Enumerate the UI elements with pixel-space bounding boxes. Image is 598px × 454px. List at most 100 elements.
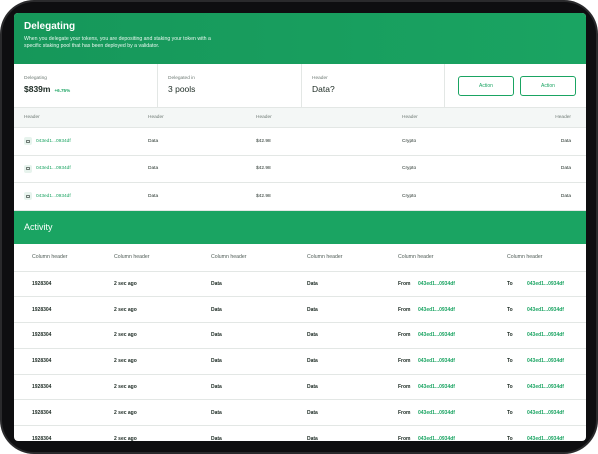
table-cell: Crypto: [402, 193, 417, 199]
to-address-link[interactable]: 043ed1...0934df: [527, 307, 564, 313]
from-address-link[interactable]: 043ed1...0934df: [418, 410, 455, 416]
table-row[interactable]: 043ed1...0934df Data $42.98 Crypto Data: [14, 183, 586, 211]
from-address-link[interactable]: 043ed1...0934df: [418, 281, 455, 287]
to-cell: To 043ed1...0934df: [507, 436, 586, 441]
from-address-link[interactable]: 043ed1...0934df: [418, 436, 455, 441]
to-label: To: [507, 358, 513, 365]
from-label: From: [398, 435, 411, 441]
table-row[interactable]: 1928304 2 sec ago Data Data From 043ed1...093…: [14, 400, 586, 427]
delegating-description: When you delegate your tokens, you are d…: [24, 36, 211, 49]
column-header[interactable]: Column header: [114, 254, 211, 260]
address-cell: 043ed1...0934df: [14, 164, 148, 173]
column-header[interactable]: Header: [148, 115, 256, 120]
from-cell: From 043ed1...0934df: [398, 307, 507, 313]
table-cell: Data: [148, 193, 159, 199]
activity-rows: 1928304 2 sec ago Data Data From 043ed1...093…: [14, 272, 586, 441]
from-address-link[interactable]: 043ed1...0934df: [418, 384, 455, 390]
column-header[interactable]: Column header: [507, 254, 586, 260]
table-cell: Data: [560, 193, 571, 199]
to-label: To: [507, 384, 513, 391]
time-ago: 2 sec ago: [114, 358, 137, 365]
table-cell: Data: [148, 166, 159, 172]
table-row[interactable]: 1928304 2 sec ago Data Data From 043ed1...093…: [14, 323, 586, 349]
address-link[interactable]: 043ed1...0934df: [36, 166, 71, 171]
to-address-link[interactable]: 043ed1...0934df: [527, 410, 564, 416]
delegating-title: Delegating: [24, 21, 76, 32]
block-number: 1928304: [32, 332, 52, 339]
table-row[interactable]: 1928304 2 sec ago Data Data From 043ed1...093…: [14, 297, 586, 324]
table-row[interactable]: 1928304 2 sec ago Data Data From 043ed1...093…: [14, 349, 586, 375]
to-label: To: [507, 435, 513, 441]
to-cell: To 043ed1...0934df: [507, 410, 586, 416]
from-label: From: [398, 409, 411, 416]
table-row[interactable]: 1928304 2 sec ago Data Data From 043ed1...093…: [14, 375, 586, 401]
to-address-link[interactable]: 043ed1...0934df: [527, 281, 564, 287]
column-header[interactable]: Column header: [398, 254, 507, 260]
column-header[interactable]: Column header: [307, 254, 398, 260]
action-button-2[interactable]: Action: [520, 75, 576, 96]
to-cell: To 043ed1...0934df: [507, 384, 586, 390]
table-cell: Data: [211, 306, 222, 313]
from-label: From: [398, 280, 411, 287]
from-address-link[interactable]: 043ed1...0934df: [418, 332, 455, 338]
block-number: 1928304: [32, 358, 52, 365]
address-link[interactable]: 043ed1...0934df: [36, 194, 71, 199]
table-row[interactable]: 043ed1...0934df Data $42.98 Crypto Data: [14, 156, 586, 183]
pools-table-header: Header Header Header Header Header: [14, 108, 586, 128]
stat-delegating: Delegating $839m +6.75%: [14, 64, 158, 107]
from-address-link[interactable]: 043ed1...0934df: [418, 358, 455, 364]
column-header[interactable]: Column header: [14, 254, 114, 260]
action-button-1[interactable]: Action: [458, 75, 514, 96]
block-number: 1928304: [32, 409, 52, 416]
to-address-link[interactable]: 043ed1...0934df: [527, 436, 564, 441]
table-cell: Data: [560, 138, 571, 144]
from-cell: From 043ed1...0934df: [398, 358, 507, 364]
to-address-link[interactable]: 043ed1...0934df: [527, 358, 564, 364]
address-cell: 043ed1...0934df: [14, 192, 148, 201]
table-cell: Crypto: [402, 138, 417, 144]
table-cell: Data: [148, 138, 159, 144]
delegating-banner: Delegating When you delegate your tokens…: [14, 13, 586, 64]
stat-value-wrap: $839m +6.75%: [24, 84, 147, 94]
time-ago: 2 sec ago: [114, 384, 137, 391]
table-row[interactable]: 1928304 2 sec ago Data Data From 043ed1...093…: [14, 272, 586, 298]
table-cell: Data: [211, 332, 222, 339]
time-ago: 2 sec ago: [114, 435, 137, 441]
from-cell: From 043ed1...0934df: [398, 436, 507, 441]
from-label: From: [398, 384, 411, 391]
column-header[interactable]: Header: [256, 115, 402, 120]
action-group: Action Action: [445, 64, 586, 107]
address-cell: 043ed1...0934df: [14, 137, 148, 146]
from-label: From: [398, 332, 411, 339]
table-cell: Crypto: [402, 166, 417, 172]
wallet-icon: [24, 137, 32, 146]
time-ago: 2 sec ago: [114, 280, 137, 287]
to-label: To: [507, 409, 513, 416]
to-label: To: [507, 306, 513, 313]
column-header[interactable]: Column header: [211, 254, 307, 260]
wallet-icon: [24, 192, 32, 201]
table-cell: Data: [211, 409, 222, 416]
table-cell: Data: [211, 358, 222, 365]
from-cell: From 043ed1...0934df: [398, 332, 507, 338]
table-row[interactable]: 043ed1...0934df Data $42.98 Crypto Data: [14, 128, 586, 156]
column-header[interactable]: Header: [14, 115, 148, 120]
table-row[interactable]: 1928304 2 sec ago Data Data From 043ed1...093…: [14, 426, 586, 441]
column-header[interactable]: Header: [522, 115, 586, 120]
from-address-link[interactable]: 043ed1...0934df: [418, 307, 455, 313]
table-cell: Data: [307, 306, 318, 313]
column-header[interactable]: Header: [402, 115, 522, 120]
table-cell: Data: [211, 280, 222, 287]
address-link[interactable]: 043ed1...0934df: [36, 139, 71, 144]
to-address-link[interactable]: 043ed1...0934df: [527, 384, 564, 390]
stat-value: 3 pools: [168, 84, 196, 94]
block-number: 1928304: [32, 306, 52, 313]
app-screen: Delegating When you delegate your tokens…: [14, 13, 586, 441]
stat-delta: +6.75%: [54, 88, 71, 93]
from-cell: From 043ed1...0934df: [398, 410, 507, 416]
stat-label: Delegated in: [168, 76, 195, 81]
from-cell: From 043ed1...0934df: [398, 281, 507, 287]
time-ago: 2 sec ago: [114, 332, 137, 339]
to-address-link[interactable]: 043ed1...0934df: [527, 332, 564, 338]
stat-header: Header Data?: [302, 64, 445, 107]
